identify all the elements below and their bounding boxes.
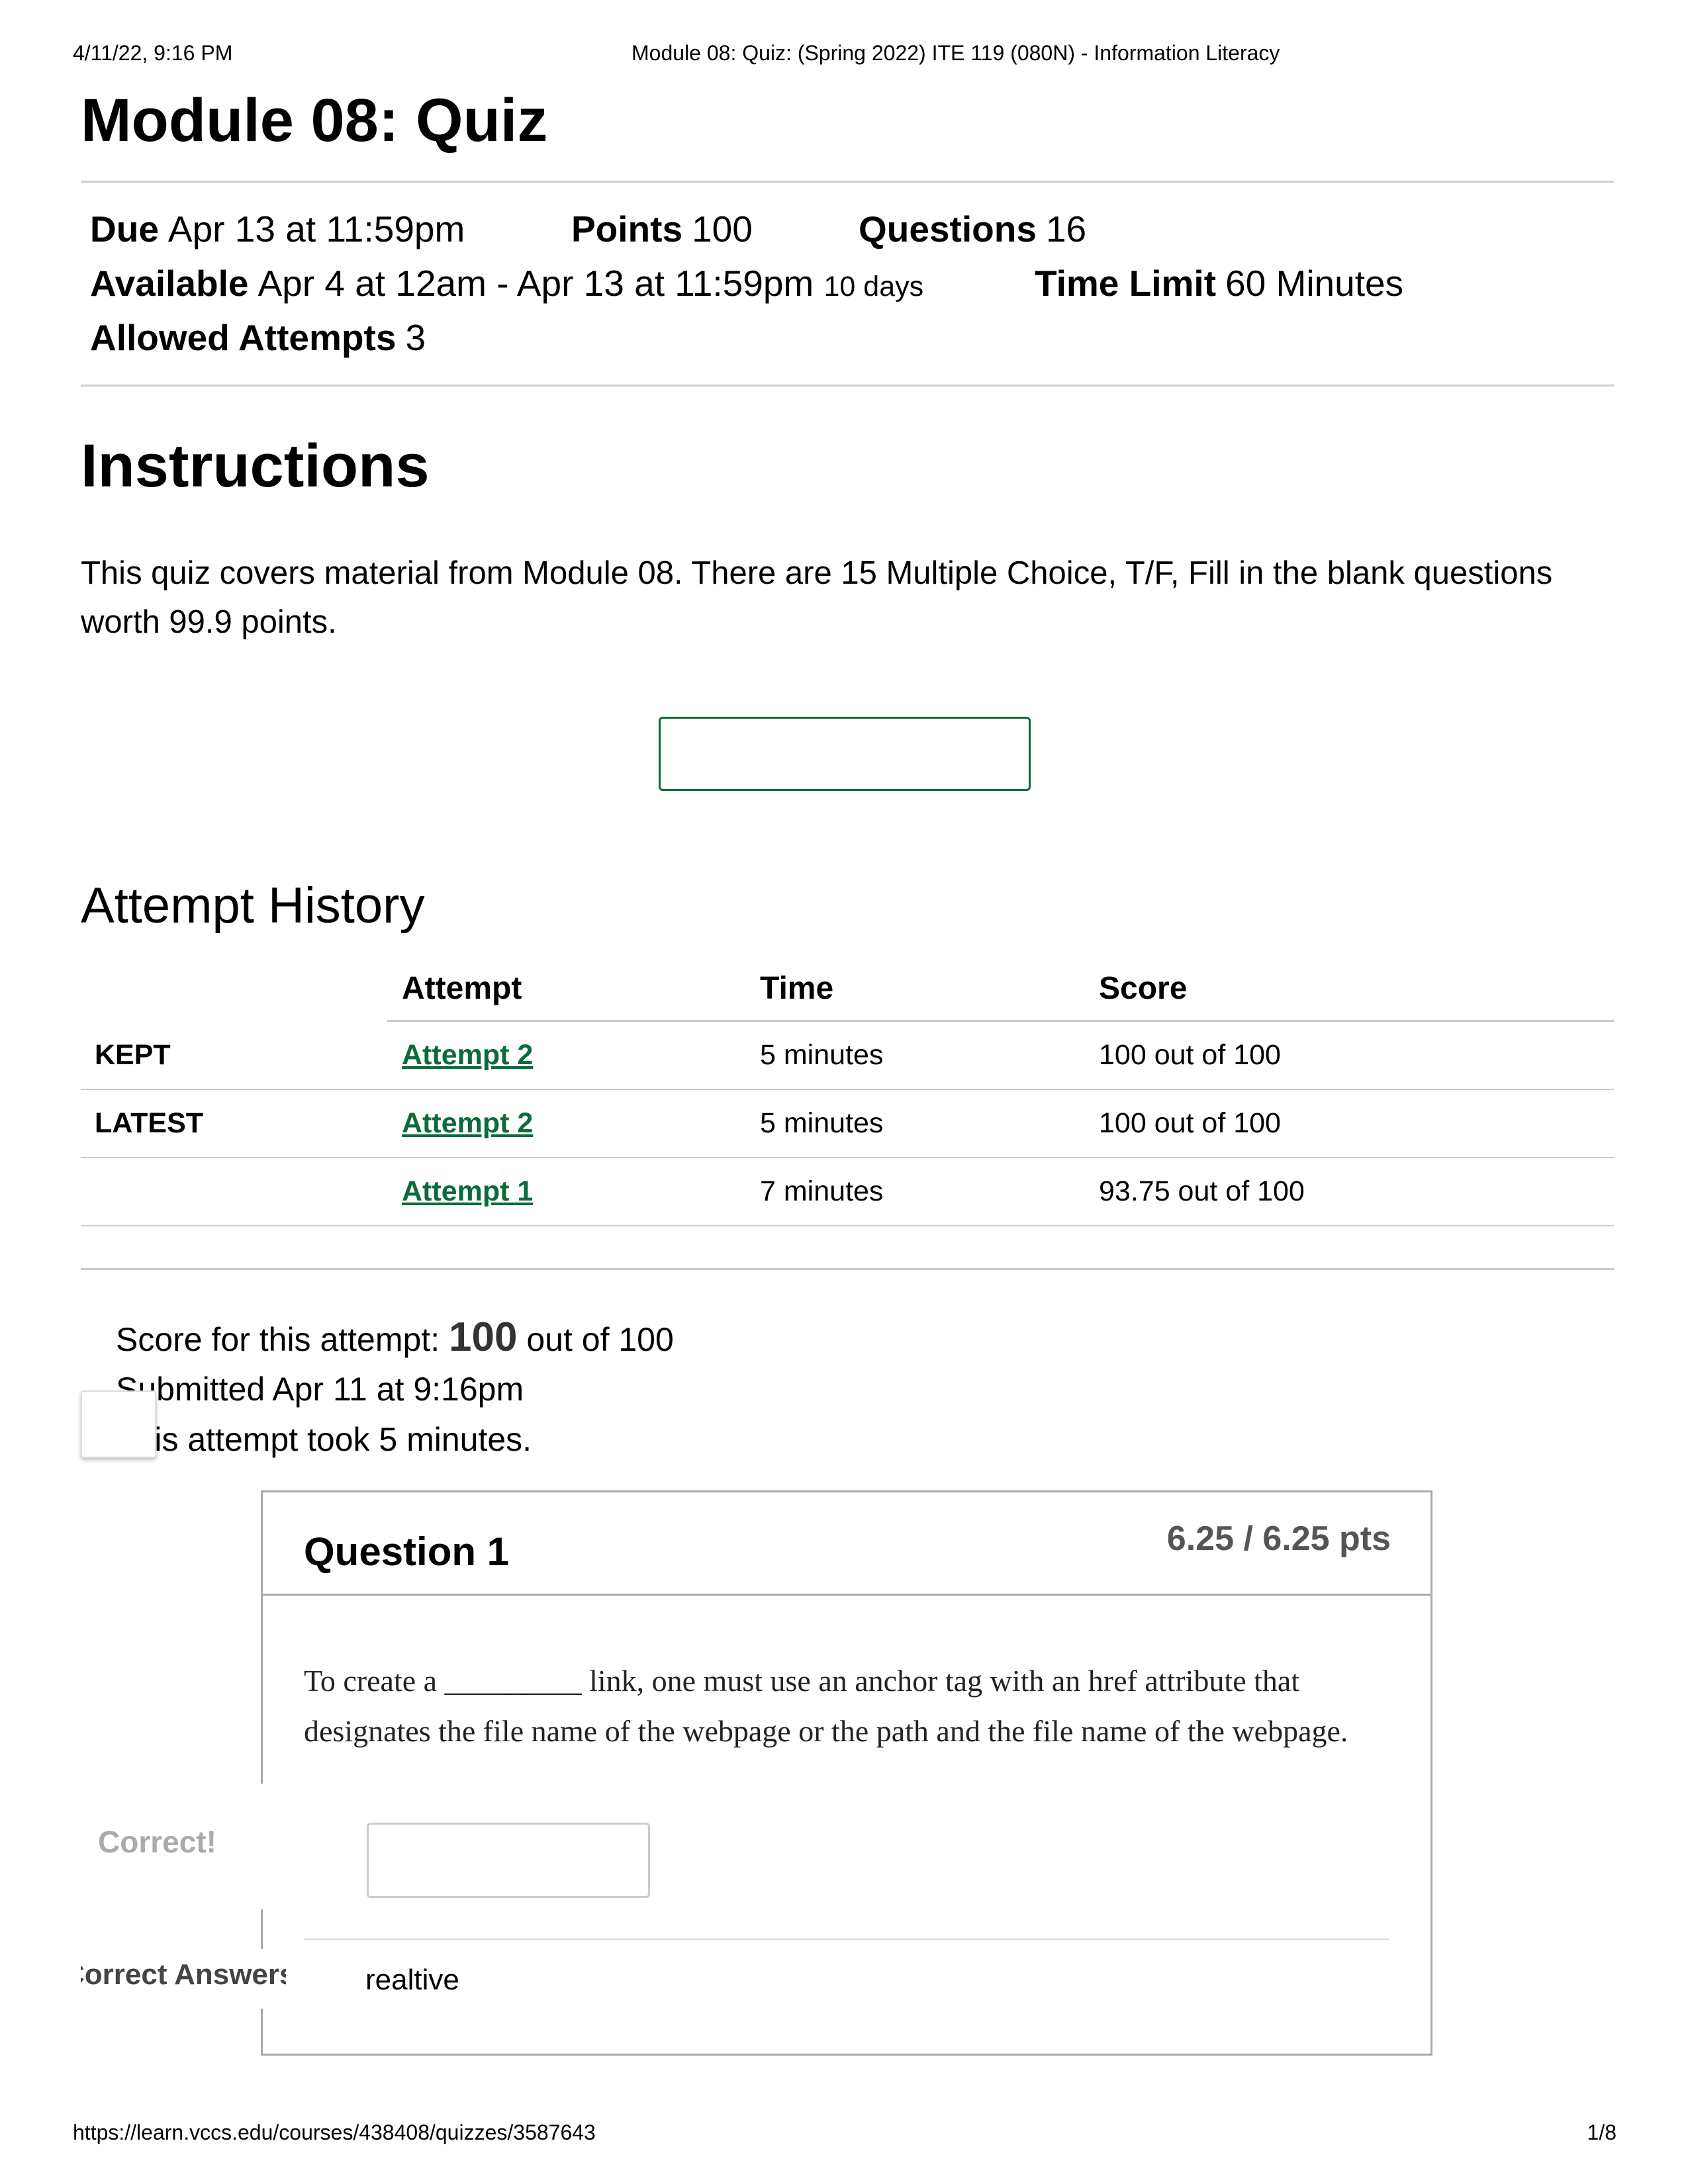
due-value: Apr 13 at 11:59pm [167, 208, 465, 250]
attempt-score: 100 out of 100 [1099, 1039, 1281, 1071]
correct-answer-value: realtive [365, 1964, 459, 1996]
question-title: Question 1 [304, 1529, 510, 1574]
attempt-time: 7 minutes [760, 1175, 884, 1207]
due-label: Due [90, 208, 159, 250]
due-info: Due Apr 13 at 11:59pm [90, 208, 465, 250]
instructions-line-1: This quiz covers material from Module 08… [81, 555, 1553, 591]
instructions-line-2: worth 99.9 points. [81, 604, 337, 640]
points-info: Points 100 [571, 208, 753, 250]
floating-widget[interactable] [81, 1390, 156, 1458]
print-datetime: 4/11/22, 9:16 PM [73, 41, 233, 65]
attempts-info: Allowed Attempts 3 [90, 316, 426, 359]
question-text-line-1: To create a _________ link, one must use… [304, 1664, 1300, 1698]
questions-info: Questions 16 [859, 208, 1086, 250]
answer-field [367, 1823, 650, 1898]
question-points: 6.25 / 6.25 pts [1166, 1520, 1391, 1558]
score-prefix: Score for this attempt: [116, 1321, 440, 1358]
attempt-score: 93.75 out of 100 [1099, 1175, 1305, 1207]
question-header: Question 1 6.25 / 6.25 pts [263, 1492, 1430, 1596]
row-tag: KEPT [95, 1039, 171, 1071]
correct-answers-label-clip: Correct Answers [81, 1949, 286, 2009]
attempt-link[interactable]: Attempt 2 [402, 1039, 533, 1071]
attempt-link[interactable]: Attempt 2 [402, 1107, 533, 1140]
attempt-link[interactable]: Attempt 1 [402, 1175, 533, 1208]
points-value: 100 [692, 208, 753, 250]
score-suffix: out of 100 [526, 1321, 674, 1358]
take-quiz-button[interactable] [659, 717, 1031, 791]
attempt-time: 5 minutes [760, 1107, 884, 1139]
questions-label: Questions [859, 208, 1037, 250]
col-header-score: Score [1099, 971, 1188, 1006]
divider [81, 1268, 1614, 1270]
attempt-time: 5 minutes [760, 1039, 884, 1071]
questions-value: 16 [1045, 208, 1087, 250]
attempts-value: 3 [405, 317, 426, 358]
points-label: Points [571, 208, 683, 250]
print-url: https://learn.vccs.edu/courses/438408/qu… [73, 2120, 596, 2144]
question-text-line-2: designates the file name of the webpage … [304, 1714, 1348, 1748]
attempts-label: Allowed Attempts [90, 317, 397, 358]
print-page-title: Module 08: Quiz: (Spring 2022) ITE 119 (… [632, 41, 1280, 65]
available-value: Apr 4 at 12am - Apr 13 at 11:59pm [258, 263, 814, 304]
divider [81, 385, 1614, 387]
divider [81, 181, 1614, 183]
question-card: Question 1 6.25 / 6.25 pts To create a _… [261, 1490, 1432, 2056]
col-header-attempt: Attempt [402, 971, 522, 1006]
instructions-heading: Instructions [81, 432, 430, 500]
row-tag: LATEST [95, 1107, 204, 1139]
attempt-score: 100 out of 100 [1099, 1107, 1281, 1139]
time-limit-value: 60 Minutes [1225, 263, 1404, 304]
available-days: 10 days [823, 271, 924, 302]
row-divider [81, 1089, 1614, 1090]
correct-label: Correct! [98, 1825, 216, 1859]
page-title: Module 08: Quiz [81, 87, 548, 154]
time-limit-label: Time Limit [1035, 263, 1217, 304]
row-divider [81, 1157, 1614, 1158]
duration-text: This attempt took 5 minutes. [116, 1421, 532, 1458]
available-label: Available [90, 263, 249, 304]
attempt-score-line: Score for this attempt: 100 out of 100 [116, 1314, 674, 1361]
row-divider [81, 1225, 1614, 1226]
col-header-time: Time [760, 971, 834, 1006]
available-info: Available Apr 4 at 12am - Apr 13 at 11:59… [90, 262, 923, 304]
answer-divider [304, 1938, 1389, 1940]
time-limit-info: Time Limit 60 Minutes [1035, 262, 1403, 304]
score-value: 100 [449, 1314, 518, 1360]
table-header-line [387, 1020, 1614, 1022]
print-page-number: 1/8 [1587, 2120, 1617, 2144]
correct-answers-label: Correct Answers [81, 1958, 286, 1991]
submitted-text: Submitted Apr 11 at 9:16pm [116, 1371, 524, 1408]
attempt-history-heading: Attempt History [81, 878, 425, 934]
